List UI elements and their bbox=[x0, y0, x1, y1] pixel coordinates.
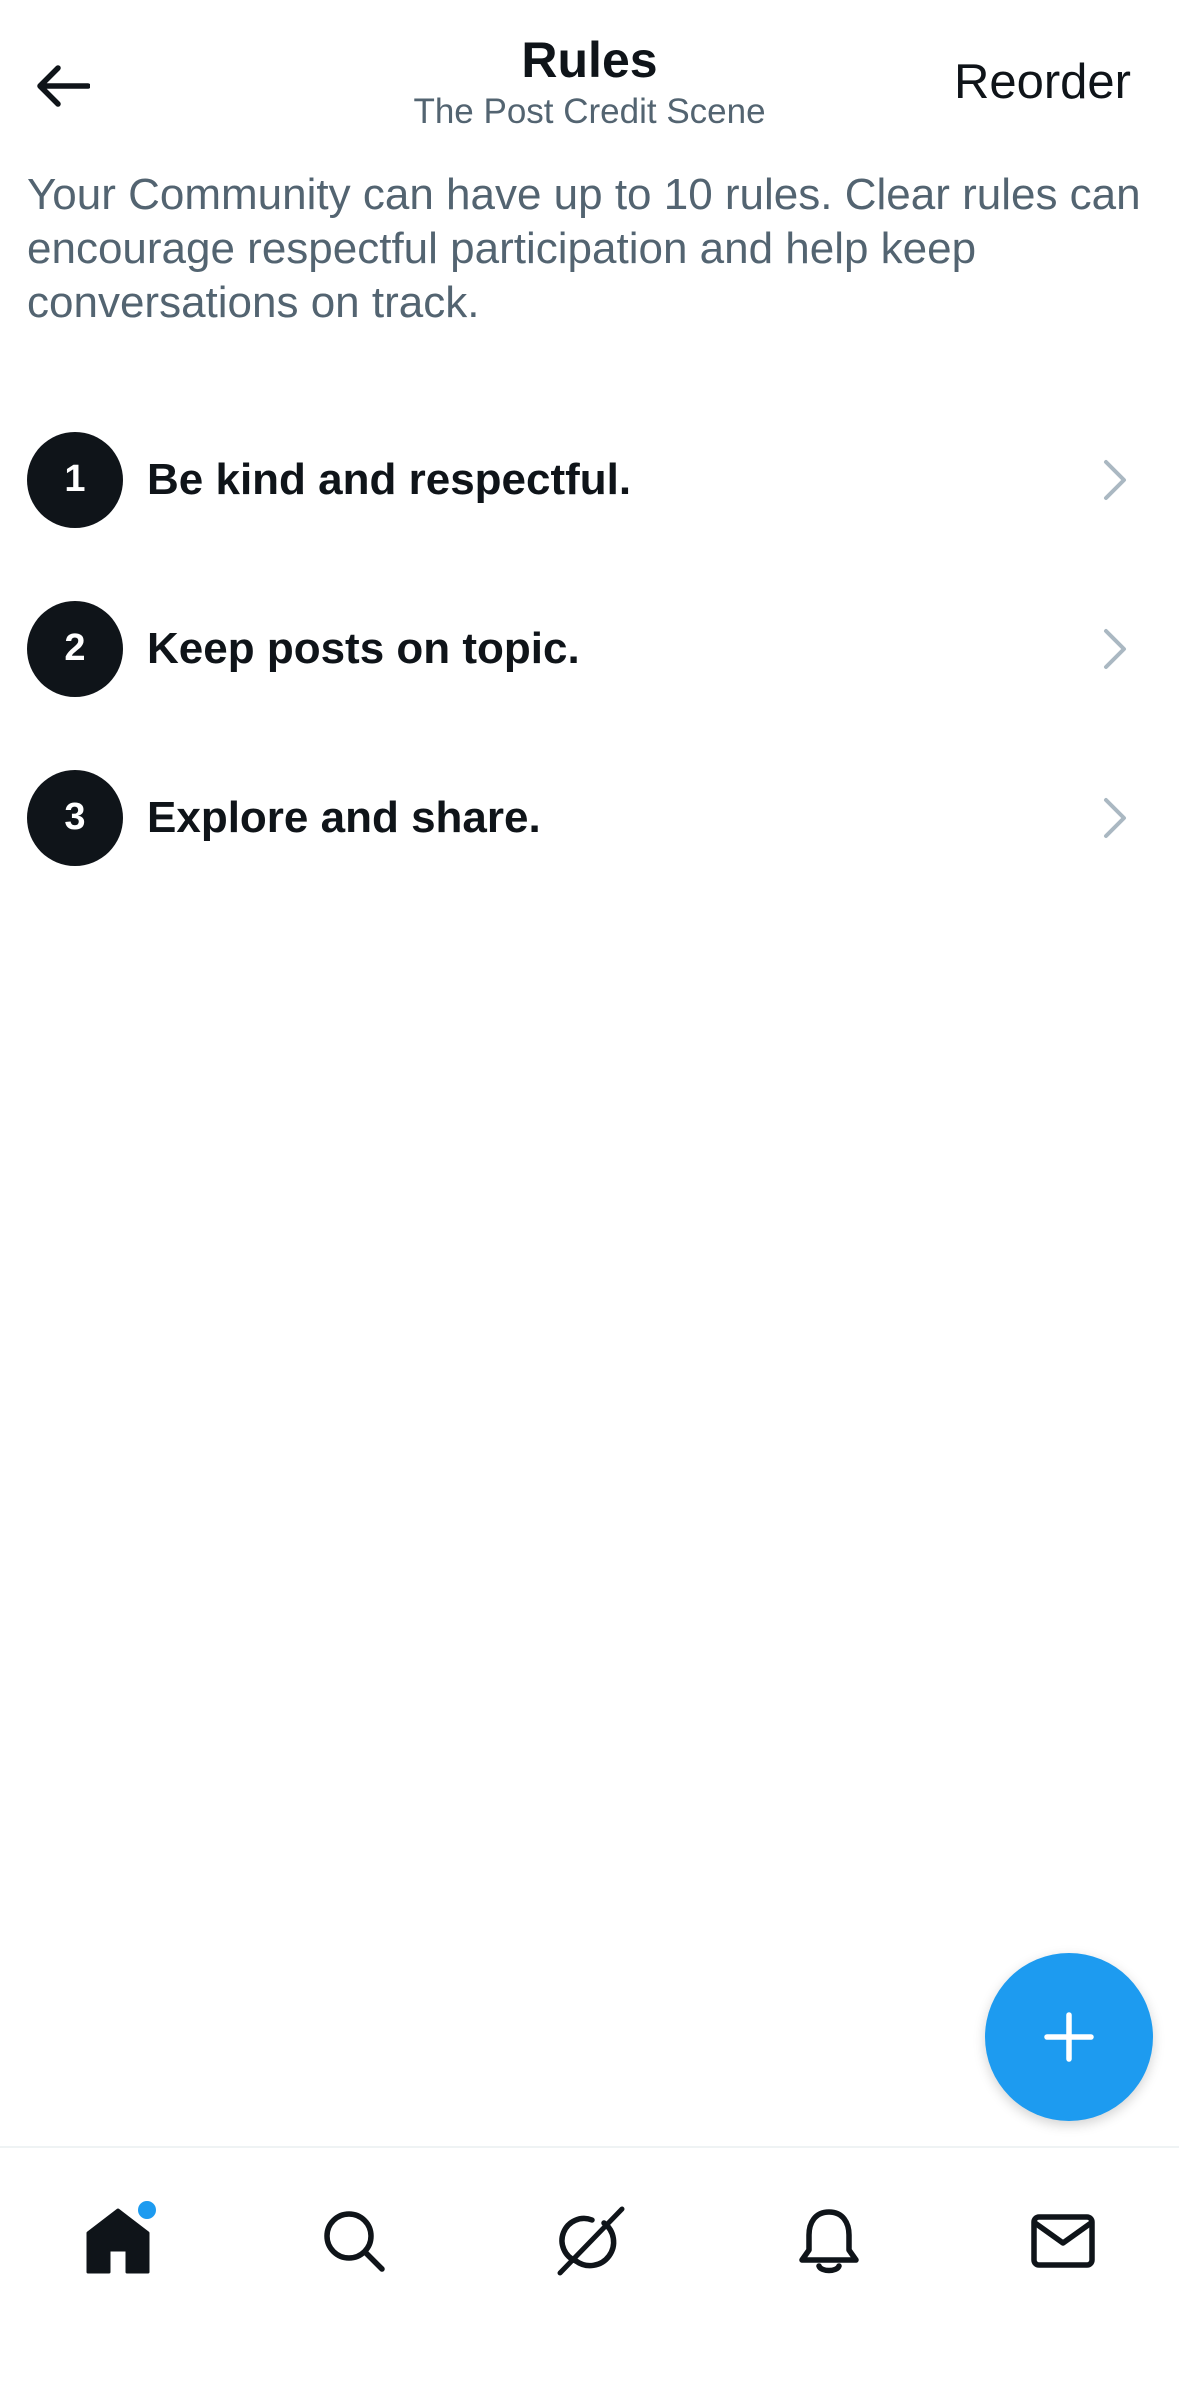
rule-item-2[interactable]: 2 Keep posts on topic. bbox=[0, 564, 1179, 733]
chevron-right-icon bbox=[1095, 792, 1135, 844]
rule-number-badge: 3 bbox=[27, 769, 123, 866]
top-bar: Rules The Post Credit Scene Reorder bbox=[0, 0, 1179, 150]
rule-number-badge: 2 bbox=[27, 600, 123, 697]
page-subtitle: The Post Credit Scene bbox=[413, 92, 766, 131]
chevron-right-icon bbox=[1095, 623, 1135, 675]
tab-messages[interactable] bbox=[1008, 2186, 1118, 2296]
rule-item-3[interactable]: 3 Explore and share. bbox=[0, 733, 1179, 902]
back-button[interactable] bbox=[18, 42, 106, 130]
chevron-right-icon bbox=[1095, 454, 1135, 506]
arrow-left-icon bbox=[37, 65, 90, 107]
add-rule-button[interactable] bbox=[985, 1953, 1153, 2121]
plus-icon bbox=[1044, 2012, 1094, 2062]
rule-text: Be kind and respectful. bbox=[147, 454, 632, 504]
rule-item-1[interactable]: 1 Be kind and respectful. bbox=[0, 395, 1179, 564]
rule-number-badge: 1 bbox=[27, 431, 123, 528]
tab-notifications[interactable] bbox=[774, 2186, 884, 2296]
mail-icon bbox=[1031, 2214, 1095, 2268]
reorder-button[interactable]: Reorder bbox=[954, 52, 1131, 112]
tab-grok[interactable] bbox=[535, 2186, 645, 2296]
search-icon bbox=[324, 2211, 385, 2272]
page-title: Rules bbox=[521, 32, 658, 88]
title-block: Rules The Post Credit Scene bbox=[300, 30, 879, 134]
grok-icon bbox=[557, 2206, 625, 2276]
notification-dot bbox=[135, 2198, 159, 2222]
bell-icon bbox=[799, 2209, 859, 2274]
rules-list: 1 Be kind and respectful. 2 Keep posts o… bbox=[0, 395, 1179, 902]
rules-description: Your Community can have up to 10 rules. … bbox=[27, 170, 1141, 327]
rule-text: Explore and share. bbox=[147, 792, 541, 842]
tab-home[interactable] bbox=[63, 2186, 173, 2296]
bottom-tab-bar bbox=[0, 2146, 1179, 2398]
rule-text: Keep posts on topic. bbox=[147, 623, 580, 673]
tab-search[interactable] bbox=[299, 2186, 409, 2296]
